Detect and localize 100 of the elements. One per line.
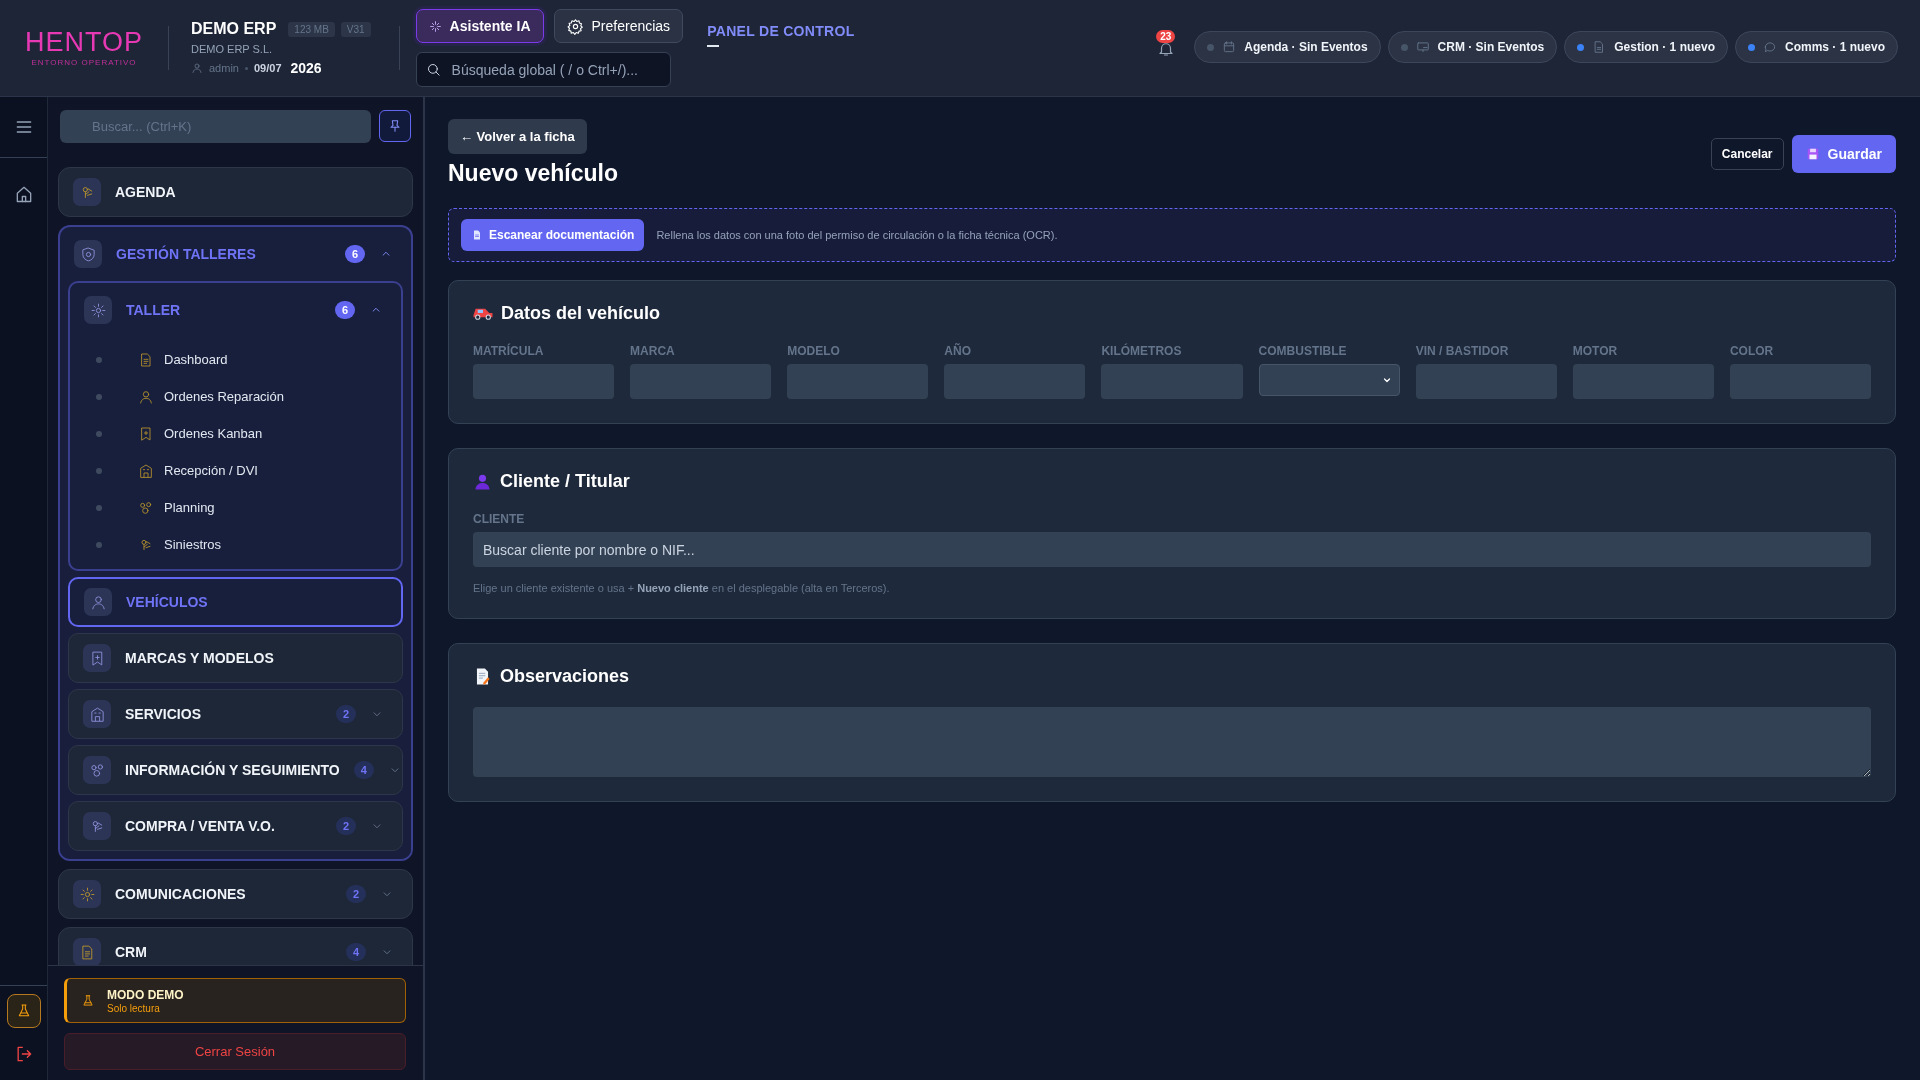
year-text: 2026	[290, 60, 322, 76]
scan-hint: Rellena los datos con una foto del permiso de circulación o la ficha técnica (OCR).	[656, 229, 1058, 241]
nav-item[interactable]: VEHÍCULOS	[68, 577, 403, 627]
input-field[interactable]	[630, 364, 772, 399]
info-badge: V31	[340, 21, 371, 37]
monitor-icon	[1415, 40, 1430, 54]
calendar-icon	[1222, 40, 1237, 54]
chat-icon	[1762, 40, 1777, 54]
nav-group-header[interactable]: GESTIÓN TALLERES 6	[60, 227, 411, 281]
nav-item[interactable]: SERVICIOS 2	[68, 689, 403, 739]
input-field[interactable]	[1101, 364, 1243, 399]
nav-subitem[interactable]: Recepción / DVI	[70, 452, 401, 489]
person-icon	[473, 472, 492, 491]
field-label: COLOR	[1729, 344, 1775, 358]
car-icon	[473, 307, 493, 320]
field-label: MODELO	[787, 344, 841, 358]
status-chip[interactable]: Gestion · 1 nuevo	[1564, 31, 1728, 63]
nav-subitem[interactable]: Ordenes Reparación	[70, 378, 401, 415]
field-label: VIN / BASTIDOR	[1415, 344, 1510, 358]
company-name: DEMO ERP	[191, 20, 277, 38]
nav-subitem[interactable]: Siniestros	[70, 526, 401, 563]
sparkle-icon	[428, 19, 442, 33]
card-title: Observaciones	[500, 666, 630, 687]
input-field[interactable]	[1415, 364, 1557, 399]
nav-item[interactable]: MARCAS Y MODELOS	[68, 633, 403, 683]
flask-icon	[81, 993, 95, 1008]
status-chip[interactable]: Agenda · Sin Eventos	[1194, 31, 1381, 63]
company-legal-name: DEMO ERP S.L.	[191, 43, 274, 55]
user-name: admin	[209, 62, 239, 74]
nav-item[interactable]: COMPRA / VENTA V.O. 2	[68, 801, 403, 851]
count-badge: 4	[345, 943, 366, 961]
pin-button[interactable]	[379, 110, 411, 142]
input-field[interactable]	[1729, 364, 1871, 399]
count-badge: 6	[334, 301, 355, 319]
count-badge: 2	[335, 817, 356, 835]
card-title: Datos del vehículo	[501, 303, 661, 324]
save-button[interactable]: Guardar	[1791, 135, 1896, 173]
building-icon	[138, 462, 154, 479]
input-field[interactable]	[944, 364, 1086, 399]
document-icon	[138, 351, 154, 368]
select-field[interactable]	[1258, 364, 1400, 396]
field-label: MATRÍCULA	[473, 344, 545, 358]
page-title: Nuevo vehículo	[448, 160, 618, 187]
gear-icon	[89, 301, 107, 319]
cluster-icon	[88, 761, 106, 779]
nav-item[interactable]: COMUNICACIONES 2	[58, 869, 413, 919]
nav-group-header[interactable]: TALLER 6	[70, 283, 401, 337]
search-icon	[425, 62, 441, 77]
cancel-button[interactable]: Cancelar	[1710, 138, 1784, 170]
preferences-button[interactable]: Preferencias	[553, 9, 684, 43]
demo-mode-subtitle: Solo lectura	[107, 1002, 161, 1014]
card-title: Cliente / Titular	[500, 471, 630, 492]
gear-icon	[78, 885, 96, 903]
shield-icon	[79, 245, 97, 263]
assistant-button[interactable]: Asistente IA	[415, 9, 544, 43]
count-badge: 2	[345, 885, 366, 903]
back-button[interactable]: ← Volver a la ficha	[448, 119, 587, 154]
input-field[interactable]	[473, 364, 615, 399]
field-label: MOTOR	[1572, 344, 1619, 358]
demo-mode-title: MODO DEMO	[107, 987, 184, 1002]
scan-button[interactable]: Escanear documentación	[461, 219, 645, 251]
person-icon	[138, 388, 154, 405]
count-badge: 2	[335, 705, 356, 723]
demo-mode-button[interactable]	[6, 994, 41, 1028]
nav-subitem[interactable]: Ordenes Kanban	[70, 415, 401, 452]
notes-field[interactable]	[473, 707, 1871, 777]
notification-count: 23	[1156, 30, 1176, 43]
field-label: AÑO	[944, 344, 972, 358]
field-label: CLIENTE	[473, 512, 526, 526]
pin-icon	[387, 118, 403, 134]
info-badge: 123 MB	[288, 21, 335, 37]
client-search-field[interactable]: Buscar cliente por nombre o NIF...	[473, 532, 1871, 567]
input-field[interactable]	[1572, 364, 1714, 399]
count-badge: 6	[344, 245, 365, 263]
date-text: 09/07	[253, 62, 282, 74]
bookmark-icon	[138, 425, 154, 442]
input-field[interactable]	[787, 364, 929, 399]
nav-item[interactable]: AGENDA	[58, 167, 413, 217]
bell-icon[interactable]	[1157, 40, 1176, 58]
logout-button[interactable]: Cerrar Sesión	[64, 1033, 406, 1070]
panel-link[interactable]: PANEL DE CONTROL	[707, 23, 855, 39]
nav-subitem[interactable]: Planning	[70, 489, 401, 526]
count-badge: 4	[353, 761, 374, 779]
nav-item[interactable]: CRM 4	[58, 927, 413, 965]
building-icon	[88, 705, 106, 723]
help-text: Elige un cliente existente o usa + Nuevo cliente en el desplegable (alta en Terceros).	[473, 582, 891, 594]
user-icon	[191, 62, 203, 74]
logo[interactable]: HENTOP	[25, 29, 143, 56]
field-label: MARCA	[630, 344, 676, 358]
field-label: COMBUSTIBLE	[1258, 344, 1348, 358]
person-icon	[89, 593, 107, 611]
status-chip[interactable]: CRM · Sin Eventos	[1387, 31, 1558, 63]
field-label: KILÓMETROS	[1101, 344, 1183, 358]
status-chip[interactable]: Comms · 1 nuevo	[1734, 31, 1898, 63]
document-icon	[471, 229, 483, 241]
nav-item[interactable]: INFORMACIÓN Y SEGUIMIENTO 4	[68, 745, 403, 795]
cluster-icon	[138, 499, 154, 516]
nav-subitem[interactable]: Dashboard	[70, 341, 401, 378]
settings-icon	[566, 17, 584, 35]
global-search-field[interactable]: Búsqueda global ( / o Ctrl+/)...	[415, 52, 671, 87]
